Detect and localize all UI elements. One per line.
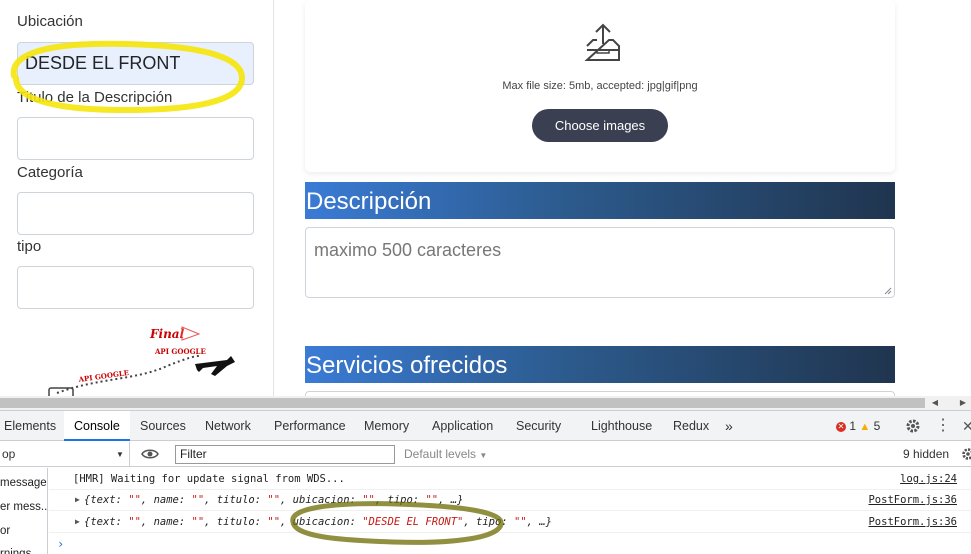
image-dropzone[interactable]: Max file size: 5mb, accepted: jpg|gif|pn… xyxy=(305,0,895,172)
default-levels-dropdown[interactable]: Default levels ▼ xyxy=(404,442,487,467)
final-label: Final xyxy=(149,327,185,341)
tab-application[interactable]: Application xyxy=(432,411,493,441)
expand-triangle-icon[interactable]: ▶ xyxy=(75,511,80,533)
descripcion-placeholder: maximo 500 caracteres xyxy=(314,240,502,260)
descripcion-textarea[interactable]: maximo 500 caracteres xyxy=(305,227,895,298)
horizontal-scrollbar[interactable]: ◀ ▶ xyxy=(0,396,971,410)
context-selector[interactable]: op ▼ xyxy=(0,442,130,467)
tipo-label: tipo xyxy=(17,238,42,255)
titulo-input[interactable] xyxy=(17,117,254,160)
categoria-label: Categoría xyxy=(17,164,83,181)
levels-chevron-icon: ▼ xyxy=(479,451,488,460)
ubicacion-label: Ubicación xyxy=(17,13,83,30)
tab-console[interactable]: Console xyxy=(64,411,130,441)
servicios-heading: Servicios ofrecidos xyxy=(305,346,895,383)
airplane-icon xyxy=(195,356,235,376)
tab-performance[interactable]: Performance xyxy=(274,411,346,441)
console-toolbar: op ▼ Filter Default levels ▼ 9 hidden xyxy=(0,442,971,467)
error-count: 1 xyxy=(849,419,857,433)
filter-input[interactable]: Filter xyxy=(175,445,395,464)
warning-count: 5 xyxy=(873,419,881,433)
hidden-count: 9 hidden xyxy=(903,447,950,461)
console-sidebar: messages er mess... or rnings xyxy=(0,468,48,554)
settings-gear-icon[interactable] xyxy=(904,417,922,435)
console-message: [HMR] Waiting for update signal from WDS… xyxy=(73,473,345,485)
chevron-down-icon: ▼ xyxy=(116,450,124,459)
tab-sources[interactable]: Sources xyxy=(140,411,186,441)
devtools-tab-bar: Elements Console Sources Network Perform… xyxy=(0,411,971,441)
expand-triangle-icon[interactable]: ▶ xyxy=(75,489,80,511)
ubicacion-input[interactable]: DESDE EL FRONT xyxy=(17,42,254,85)
console-object[interactable]: {text: "", name: "", titulo: "", ubicaci… xyxy=(84,511,552,533)
sidebar-item-user-messages[interactable]: er mess... xyxy=(0,496,47,518)
levels-label: Default levels xyxy=(404,447,477,461)
console-row: ▶ {text: "", name: "", titulo: "", ubica… xyxy=(49,511,971,533)
titulo-label: Titulo de la Descripción xyxy=(17,89,173,106)
console-prompt-icon: › xyxy=(57,537,65,551)
more-tabs-icon[interactable]: » xyxy=(725,411,733,441)
resize-handle-icon[interactable] xyxy=(884,287,892,295)
web-page: Ubicación DESDE EL FRONT Titulo de la De… xyxy=(0,0,971,396)
issue-counters[interactable]: ✕ 1 ▲ 5 xyxy=(836,411,880,441)
warning-icon: ▲ xyxy=(859,421,871,433)
route-map-image: Final API GOOGLE API GOOGLE xyxy=(17,318,257,396)
console-source-link[interactable]: PostForm.js:36 xyxy=(868,511,957,533)
console-output: [HMR] Waiting for update signal from WDS… xyxy=(49,468,971,554)
form-left-column: Ubicación DESDE EL FRONT Titulo de la De… xyxy=(0,0,274,396)
tipo-input[interactable] xyxy=(17,266,254,309)
console-source-link[interactable]: log.js:24 xyxy=(900,468,957,490)
close-devtools-icon[interactable]: ✕ xyxy=(962,411,971,441)
scroll-right-arrow-icon[interactable]: ▶ xyxy=(956,396,970,410)
tab-lighthouse[interactable]: Lighthouse xyxy=(591,411,652,441)
error-icon: ✕ xyxy=(836,421,846,432)
console-source-link[interactable]: PostForm.js:36 xyxy=(868,489,957,511)
sidebar-item-errors[interactable]: or xyxy=(0,520,10,542)
eye-icon[interactable] xyxy=(141,447,159,461)
api-google-top-label: API GOOGLE xyxy=(154,347,206,356)
console-row: [HMR] Waiting for update signal from WDS… xyxy=(49,468,971,490)
scroll-left-arrow-icon[interactable]: ◀ xyxy=(928,396,942,410)
console-row: ▶ {text: "", name: "", titulo: "", ubica… xyxy=(49,489,971,511)
upload-icon xyxy=(584,23,620,61)
sidebar-item-warnings[interactable]: rnings xyxy=(0,543,31,554)
tab-elements[interactable]: Elements xyxy=(4,411,56,441)
scrollbar-thumb[interactable] xyxy=(0,398,925,408)
api-google-bottom-label: API GOOGLE xyxy=(77,368,130,384)
tab-redux[interactable]: Redux xyxy=(673,411,709,441)
descripcion-heading: Descripción xyxy=(305,182,895,219)
tab-memory[interactable]: Memory xyxy=(364,411,409,441)
app-window: Ubicación DESDE EL FRONT Titulo de la De… xyxy=(0,0,971,554)
context-value: op xyxy=(2,447,16,461)
form-right-column: Max file size: 5mb, accepted: jpg|gif|pn… xyxy=(275,0,971,396)
console-object[interactable]: {text: "", name: "", titulo: "", ubicaci… xyxy=(84,489,463,511)
max-file-size-text: Max file size: 5mb, accepted: jpg|gif|pn… xyxy=(502,80,698,92)
tab-security[interactable]: Security xyxy=(516,411,561,441)
console-prompt-row[interactable]: › xyxy=(49,533,971,554)
devtools-panel: Elements Console Sources Network Perform… xyxy=(0,410,971,554)
categoria-input[interactable] xyxy=(17,192,254,235)
choose-images-button[interactable]: Choose images xyxy=(532,109,668,142)
more-options-icon[interactable]: ⋮ xyxy=(935,411,951,441)
console-settings-icon[interactable] xyxy=(960,446,971,462)
tab-network[interactable]: Network xyxy=(205,411,251,441)
sidebar-item-messages[interactable]: messages xyxy=(0,472,47,494)
